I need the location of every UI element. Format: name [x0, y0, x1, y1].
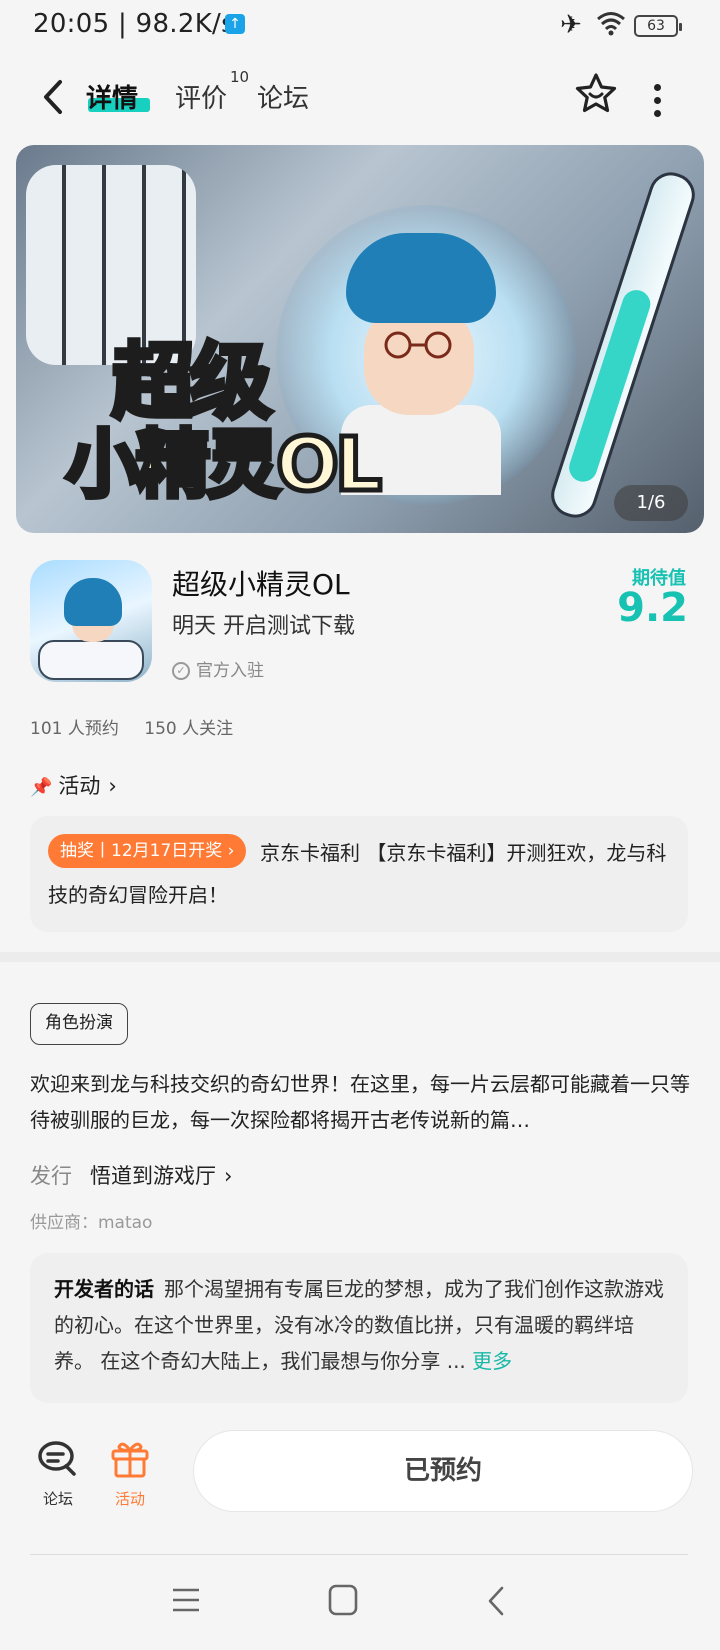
tab-reviews[interactable]: 评价: [175, 78, 227, 115]
bottom-divider: [30, 1554, 688, 1555]
banner-logo-line2: 小精灵OL: [63, 420, 384, 511]
lottery-tag-label: 抽奖丨12月17日开奖: [60, 841, 223, 861]
more-link[interactable]: 更多: [472, 1349, 512, 1373]
supplier-info: 供应商：matao: [30, 1213, 153, 1233]
activity-button[interactable]: 活动: [100, 1438, 160, 1509]
app-icon: [30, 560, 152, 682]
app-title: 超级小精灵OL: [172, 568, 350, 601]
home-icon[interactable]: [327, 1582, 359, 1618]
follower-count: 150 人关注: [144, 719, 234, 739]
menu-icon[interactable]: [170, 1584, 202, 1616]
game-description[interactable]: 欢迎来到龙与科技交织的奇幻世界！在这里，每一片云层都可能藏着一只等待被驯服的巨龙…: [30, 1066, 690, 1138]
developer-note-card[interactable]: 开发者的话 那个渴望拥有专属巨龙的梦想，成为了我们创作这款游戏的初心。在这个世界里…: [30, 1253, 688, 1403]
publisher-row[interactable]: 发行 悟道到游戏厅 ›: [30, 1160, 232, 1190]
battery-icon: 63: [634, 15, 682, 37]
forum-button[interactable]: 论坛: [28, 1438, 88, 1509]
section-divider: [0, 952, 720, 962]
system-nav-bar: [0, 1560, 720, 1650]
chevron-right-icon: ›: [108, 774, 117, 798]
banner-character-hair: [346, 233, 496, 323]
expectation-score: 9.2: [617, 585, 688, 631]
developer-note: 开发者的话 那个渴望拥有专属巨龙的梦想，成为了我们创作这款游戏的初心。在这个世界里…: [54, 1271, 670, 1379]
upload-indicator-icon: ↑: [225, 14, 245, 34]
status-bar: 20:05 | 98.2K/s ↑ ✈ 63: [0, 0, 720, 52]
publisher-label: 发行: [30, 1164, 72, 1188]
airplane-mode-icon: ✈: [560, 10, 582, 40]
chat-bubble-icon: [38, 1441, 76, 1476]
official-label: 官方入驻: [196, 661, 264, 681]
app-stats: 101 人预约 150 人关注: [30, 714, 253, 739]
bottom-action-bar: 论坛 活动 已预约: [0, 1420, 720, 1530]
activity-heading: 活动: [58, 774, 101, 798]
reviews-count-badge: 10: [230, 68, 250, 86]
check-circle-icon: ✓: [172, 662, 190, 680]
activity-label: 活动: [114, 1490, 145, 1508]
status-time: 20:05 | 98.2K/s: [33, 9, 235, 39]
forum-label: 论坛: [42, 1490, 73, 1508]
reserved-button[interactable]: 已预约: [193, 1430, 693, 1512]
developer-note-label: 开发者的话: [54, 1277, 154, 1301]
reserve-count: 101 人预约: [30, 719, 119, 739]
genre-tag[interactable]: 角色扮演: [30, 1003, 128, 1045]
banner-character-glasses: [384, 331, 452, 359]
gift-icon: [111, 1442, 149, 1478]
tab-details[interactable]: 详情: [86, 78, 138, 115]
pin-icon: 📌: [30, 777, 53, 798]
more-options-icon[interactable]: [652, 84, 662, 117]
chevron-right-icon: ›: [224, 1164, 233, 1188]
publisher-name: 悟道到游戏厅: [90, 1164, 216, 1188]
banner-page-indicator: 1/6: [614, 485, 688, 521]
lottery-tag[interactable]: 抽奖丨12月17日开奖 ›: [48, 834, 247, 868]
back-arrow-icon[interactable]: [38, 72, 68, 122]
official-badge: ✓ 官方入驻: [172, 656, 264, 681]
app-release-status: 明天 开启测试下载: [172, 614, 355, 639]
chevron-right-icon: ›: [227, 841, 235, 861]
activity-card[interactable]: 京东卡福利 【京东卡福利】开测狂欢，龙与科技的奇幻冒险开启！ 抽奖丨12月17日…: [30, 816, 688, 932]
tab-forum[interactable]: 论坛: [257, 78, 309, 115]
game-banner[interactable]: 超级 小精灵OL 1/6: [16, 145, 704, 533]
top-nav: 详情 评价 10 论坛: [0, 52, 720, 142]
back-icon[interactable]: [484, 1584, 508, 1618]
activity-header[interactable]: 📌 活动 ›: [30, 770, 117, 800]
wifi-icon: [597, 12, 625, 36]
favorite-star-icon[interactable]: [574, 72, 618, 116]
